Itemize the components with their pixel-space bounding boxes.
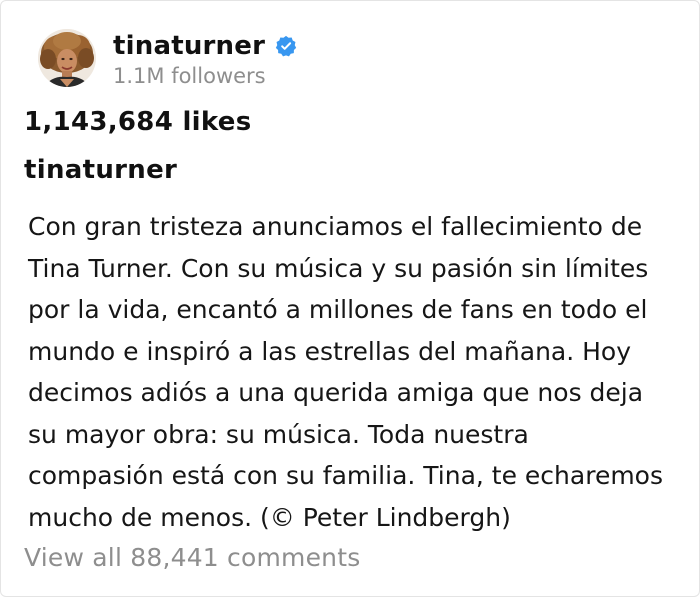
verified-badge-icon [275,35,297,57]
avatar[interactable] [38,29,96,87]
post-header: tinaturner 1.1M followers [38,25,297,91]
caption-username[interactable]: tinaturner [24,155,177,185]
caption-text: Con gran tristeza anunciamos el fallecim… [28,212,663,532]
likes-count[interactable]: 1,143,684 likes [24,107,251,137]
username-link[interactable]: tinaturner [113,31,265,61]
name-row: tinaturner [113,29,297,63]
avatar-image [38,29,96,87]
post-card: tinaturner 1.1M followers 1,143,684 like… [0,0,700,597]
view-all-comments-link[interactable]: View all 88,441 comments [24,543,360,572]
follower-count: 1.1M followers [113,63,266,88]
identity-block: tinaturner 1.1M followers [113,29,297,88]
